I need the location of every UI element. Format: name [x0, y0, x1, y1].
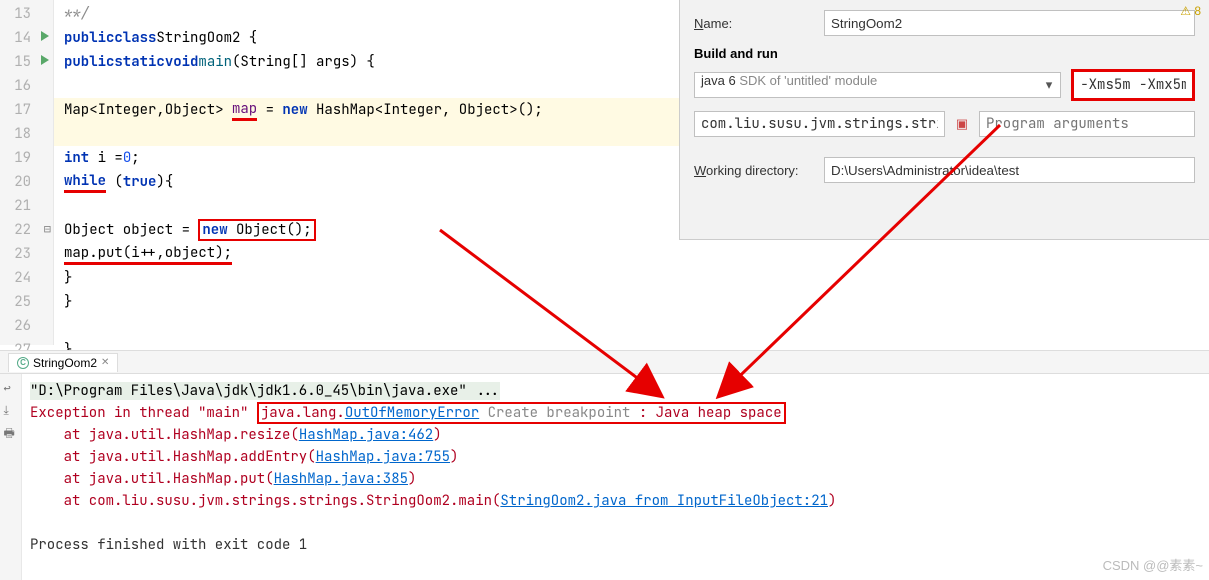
line-number: 19 — [14, 149, 31, 167]
run-config-panel: ⚠ 8 Name: Build and run java 6 SDK of 'u… — [679, 0, 1209, 240]
kw: static — [114, 53, 164, 71]
working-dir-field[interactable] — [824, 157, 1195, 183]
line-number: 24 — [14, 269, 31, 287]
txt: ){ — [156, 173, 173, 191]
exc-prefix: Exception in thread "main" — [30, 404, 257, 422]
sdk-dropdown[interactable]: java 6 SDK of 'untitled' module — [694, 72, 1061, 98]
build-run-section: Build and run — [694, 46, 1195, 61]
call-put: map.put(i++,object); — [64, 244, 232, 265]
stack-at: at com.liu.susu.jvm.strings.strings.Stri… — [30, 492, 500, 510]
console-output[interactable]: "D:\Program Files\Java\jdk\jdk1.6.0_45\b… — [22, 374, 1209, 580]
wd-label: Working directory: — [694, 163, 814, 178]
kw: class — [114, 29, 156, 47]
stack-link[interactable]: StringOom2.java from InputFileObject:21 — [500, 492, 828, 510]
console-toolbar: ↩ ⤓ 🖶 — [0, 374, 22, 580]
vm-options-field[interactable] — [1074, 72, 1192, 98]
open-class-icon[interactable]: ▣ — [955, 116, 969, 132]
line-number: 17 — [14, 101, 31, 119]
txt: Object object = — [64, 221, 198, 239]
warning-badge[interactable]: ⚠ 8 — [1180, 4, 1201, 18]
kw: int — [64, 149, 89, 167]
line-number: 23 — [14, 245, 31, 263]
brace: } — [64, 293, 72, 311]
stack-at: at java.util.HashMap.put( — [30, 470, 274, 488]
txt: i = — [89, 149, 123, 167]
line-number: 14 — [14, 29, 31, 47]
stack-at: at java.util.HashMap.resize( — [30, 426, 299, 444]
semi: ; — [131, 149, 139, 167]
line-number: 25 — [14, 293, 31, 311]
eq: = — [257, 101, 282, 119]
paren: ) — [828, 492, 836, 510]
cmd-line: "D:\Program Files\Java\jdk\jdk1.6.0_45\b… — [30, 382, 500, 400]
brace: } — [64, 269, 72, 287]
stack-link[interactable]: HashMap.java:755 — [316, 448, 450, 466]
kw: new — [202, 221, 227, 239]
stack-at: at java.util.HashMap.addEntry( — [30, 448, 316, 466]
console-tabs: C StringOom2 ✕ — [0, 350, 1209, 374]
run-icon[interactable] — [41, 55, 49, 65]
run-icon[interactable] — [41, 31, 49, 41]
kw-while: while — [64, 172, 106, 193]
create-breakpoint[interactable]: Create breakpoint — [479, 404, 639, 422]
kw: true — [123, 173, 157, 191]
stack-link[interactable]: HashMap.java:385 — [274, 470, 408, 488]
txt: Object(); — [228, 221, 312, 239]
console: ↩ ⤓ 🖶 "D:\Program Files\Java\jdk\jdk1.6.… — [0, 374, 1209, 580]
name-label: Name: — [694, 16, 814, 31]
watermark: CSDN @@素素~ — [1103, 555, 1203, 574]
var-map: map — [232, 100, 257, 121]
stack-link[interactable]: HashMap.java:462 — [299, 426, 433, 444]
kw: public — [64, 29, 114, 47]
name-field[interactable] — [824, 10, 1195, 36]
tab-label: StringOom2 — [33, 356, 97, 370]
soft-wrap-icon[interactable]: ↩ — [4, 380, 18, 394]
kw: new — [282, 101, 307, 119]
paren: ) — [408, 470, 416, 488]
line-number: 13 — [14, 5, 31, 23]
num: 0 — [123, 149, 131, 167]
txt: ( — [106, 173, 123, 191]
gutter: 13 14 15 16 17 18 19 20 21 22 23 24 25 2… — [0, 0, 54, 345]
class-name: StringOom2 — [156, 29, 240, 47]
class-icon: C — [17, 357, 29, 369]
type: HashMap<Integer, Object>(); — [308, 101, 543, 119]
line-number: 16 — [14, 77, 31, 95]
sdk-hint: SDK of 'untitled' module — [739, 73, 877, 88]
line-number: 22 — [14, 221, 31, 239]
line-number: 20 — [14, 173, 31, 191]
line-number: 18 — [14, 125, 31, 143]
type: Map<Integer,Object> — [64, 101, 232, 119]
scroll-end-icon[interactable]: ⤓ — [4, 402, 18, 416]
brace: { — [240, 29, 257, 47]
line-number: 26 — [14, 317, 31, 335]
kw: public — [64, 53, 114, 71]
args: (String[] args) { — [232, 53, 375, 71]
line-number: 15 — [14, 53, 31, 71]
code-text: **/ — [64, 5, 89, 23]
sdk-value: java 6 — [701, 73, 739, 88]
exc-class-link[interactable]: OutOfMemoryError — [345, 404, 479, 422]
fn: main — [198, 53, 232, 71]
warn-count: 8 — [1194, 4, 1201, 18]
kw: void — [165, 53, 199, 71]
close-icon[interactable]: ✕ — [101, 357, 109, 368]
exit-code-line: Process finished with exit code 1 — [30, 534, 1201, 556]
paren: ) — [450, 448, 458, 466]
exc-class-pkg: java.lang. — [261, 404, 345, 422]
print-icon[interactable]: 🖶 — [4, 424, 18, 438]
program-args-field[interactable] — [979, 111, 1195, 137]
tab-stringoom2[interactable]: C StringOom2 ✕ — [8, 353, 118, 372]
paren: ) — [433, 426, 441, 444]
exc-msg: : Java heap space — [639, 404, 782, 422]
main-class-field[interactable] — [694, 111, 945, 137]
line-number: 21 — [14, 197, 31, 215]
